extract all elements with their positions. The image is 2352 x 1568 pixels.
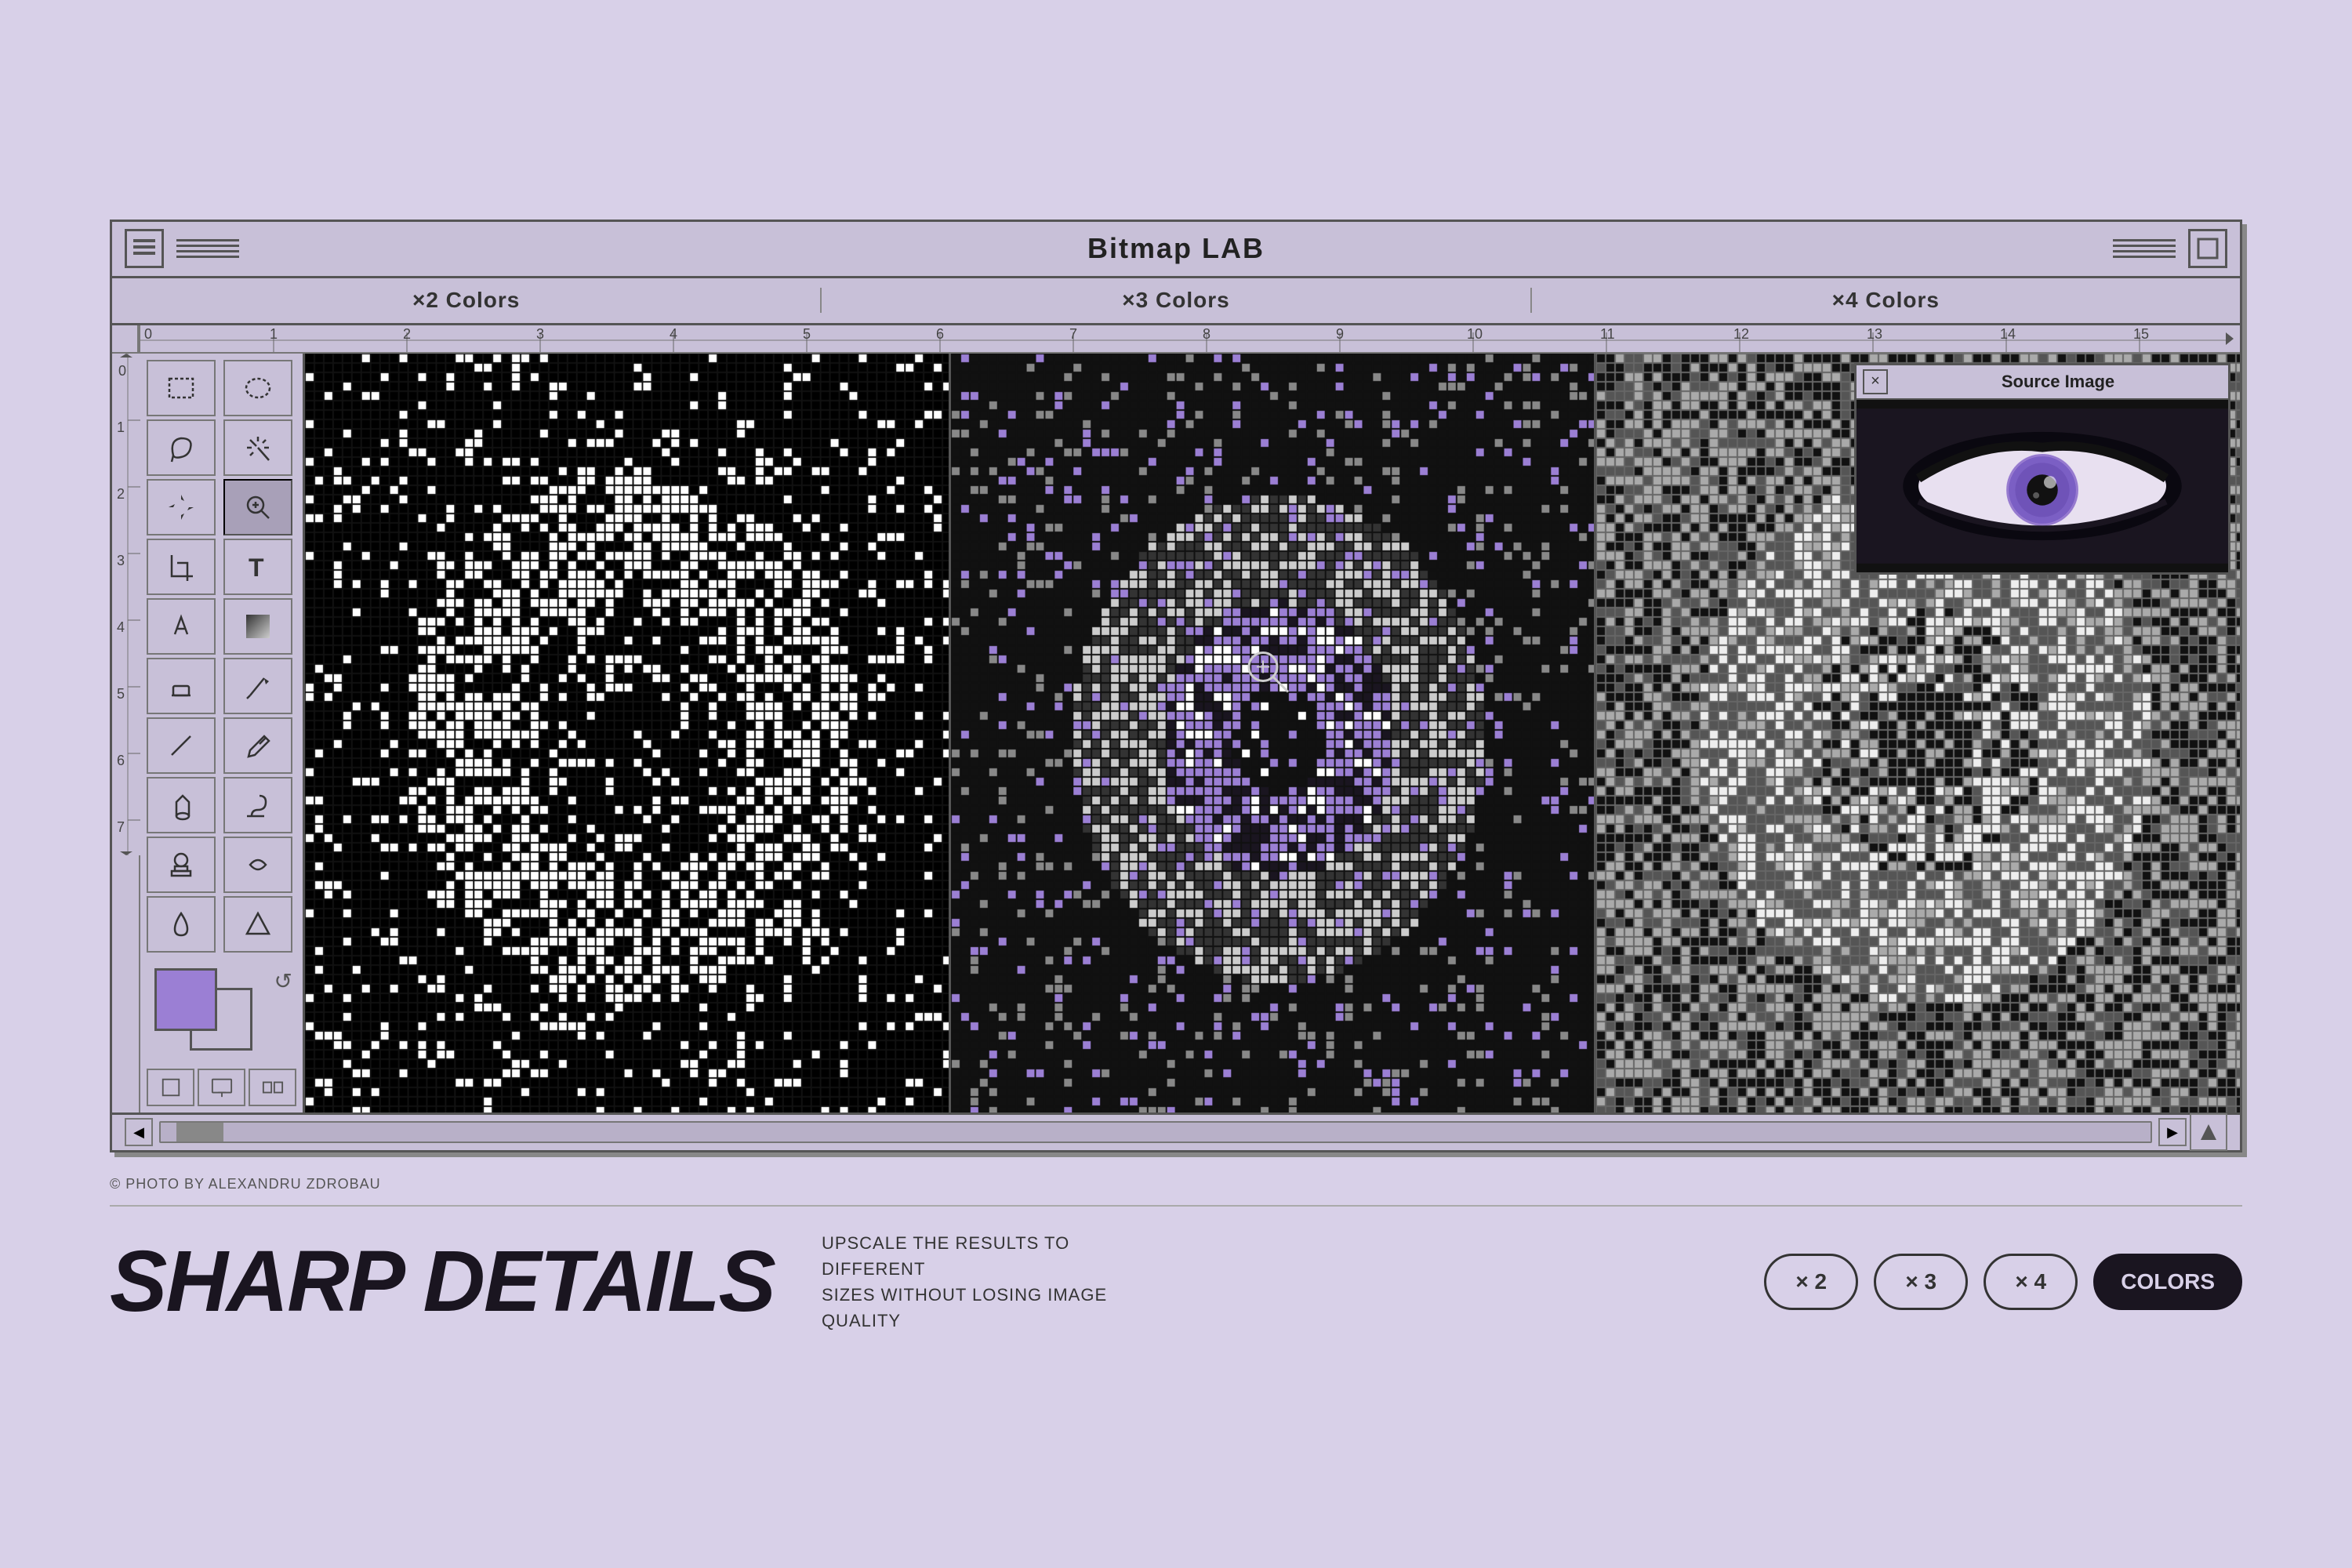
panel-2x [305,354,951,1112]
svg-text:1: 1 [270,326,278,342]
svg-text:9: 9 [1336,326,1344,342]
ruler-vertical: 0 1 2 3 4 5 6 7 [112,354,140,1112]
burn-tool[interactable] [147,777,216,833]
paint-tool[interactable] [147,598,216,655]
mode-dual[interactable] [249,1069,296,1106]
panels-container: × Source Image [305,354,2240,1112]
pencil-tool[interactable] [223,658,292,714]
color-swatch-area: ↺ [147,968,296,1062]
description-text: UPSCALE THE RESULTS TO DIFFERENT SIZES W… [822,1230,1120,1334]
svg-text:1: 1 [117,419,125,435]
svg-text:5: 5 [117,686,125,702]
svg-text:0: 0 [118,363,126,379]
svg-text:T: T [249,554,264,582]
svg-text:7: 7 [1069,326,1077,342]
scrollbar-horizontal[interactable] [159,1121,2152,1143]
svg-text:3: 3 [117,553,125,568]
svg-text:2: 2 [117,486,125,502]
svg-text:5: 5 [803,326,811,342]
type-tool[interactable]: T [223,539,292,595]
water-drop-tool[interactable] [147,896,216,953]
foreground-color[interactable] [154,968,217,1031]
zoom-tool[interactable] [223,479,292,535]
window-icon-left[interactable] [125,229,164,268]
mode-standard[interactable] [147,1069,194,1106]
bottom-row: SHARP DETAILS UPSCALE THE RESULTS TO DIF… [110,1230,2242,1334]
tab-3x[interactable]: ×3 Colors [822,288,1531,313]
scroll-corner [2190,1113,2227,1151]
panel-3x [951,354,1597,1112]
ruler-corner [112,325,140,353]
tab-4x[interactable]: ×4 Colors [1532,288,2240,313]
scale-3x-btn[interactable]: × 3 [1874,1254,1968,1310]
scrollbar-thumb[interactable] [176,1123,223,1142]
svg-text:11: 11 [1600,326,1615,342]
source-image-popup: × Source Image [1854,363,2230,575]
stamp-tool[interactable] [147,837,216,893]
popup-title: Source Image [1894,372,2222,392]
svg-text:13: 13 [1867,326,1882,342]
gradient-tool[interactable] [223,598,292,655]
eraser-tool[interactable] [147,658,216,714]
color-reset-btn[interactable]: ↺ [274,968,292,994]
scale-4x-btn[interactable]: × 4 [1984,1254,2078,1310]
dodge-tool[interactable] [223,777,292,833]
panel-4x: × Source Image [1596,354,2240,1112]
tab-2x[interactable]: ×2 Colors [112,288,822,313]
mode-monitor[interactable] [198,1069,245,1106]
scale-2x-btn[interactable]: × 2 [1764,1254,1858,1310]
popup-image-area [1857,400,2228,572]
headline: SHARP DETAILS [110,1232,775,1331]
marquee-rect-tool[interactable] [147,360,216,416]
magic-wand-tool[interactable] [223,419,292,476]
svg-text:14: 14 [2000,326,2016,342]
move-tool[interactable] [147,479,216,535]
svg-text:2: 2 [403,326,411,342]
bottom-scrollbar: ◀ ▶ [112,1112,2240,1150]
divider-line [110,1205,2242,1207]
svg-text:15: 15 [2133,326,2149,342]
svg-text:4: 4 [117,619,125,635]
popup-close-button[interactable]: × [1863,369,1888,394]
bottom-section: © PHOTO BY ALEXANDRU ZDROBAU SHARP DETAI… [110,1152,2242,1349]
scroll-right-btn[interactable]: ▶ [2158,1118,2187,1146]
tool-mode-bar [147,1069,296,1106]
svg-text:4: 4 [670,326,677,342]
popup-titlebar: × Source Image [1857,365,2228,400]
title-bar-lines-left [176,239,239,258]
toolbox: T [140,354,305,1112]
ruler-h: // This is inside SVG - use JS to genera… [140,325,2240,353]
smudge-tool[interactable] [223,837,292,893]
svg-text:12: 12 [1733,326,1749,342]
app-window: Bitmap LAB ×2 Colors ×3 Colors ×4 Colors [110,220,2242,1152]
title-bar: Bitmap LAB [112,222,2240,278]
page-wrapper: Bitmap LAB ×2 Colors ×3 Colors ×4 Colors [0,0,2352,1568]
tool-grid: T [147,360,296,953]
main-content: 0 1 2 3 4 5 6 7 [112,354,2240,1112]
tab-bar: ×2 Colors ×3 Colors ×4 Colors [112,278,2240,325]
window-icon-right[interactable] [2188,229,2227,268]
marquee-ellipse-tool[interactable] [223,360,292,416]
svg-text:0: 0 [144,326,152,342]
scale-buttons: × 2 × 3 × 4 COLORS [1764,1254,2242,1310]
colors-btn[interactable]: COLORS [2093,1254,2242,1310]
ruler-horizontal: // This is inside SVG - use JS to genera… [112,325,2240,354]
svg-text:3: 3 [536,326,544,342]
title-bar-lines-right [2113,239,2176,258]
eyedropper-tool[interactable] [223,717,292,774]
crop-tool[interactable] [147,539,216,595]
svg-text:10: 10 [1467,326,1483,342]
app-title: Bitmap LAB [239,232,2113,265]
polygon-tool[interactable] [223,896,292,953]
lasso-tool[interactable] [147,419,216,476]
scroll-left-btn[interactable]: ◀ [125,1118,153,1146]
svg-text:6: 6 [936,326,944,342]
photo-credit: © PHOTO BY ALEXANDRU ZDROBAU [110,1176,2242,1192]
line-tool[interactable] [147,717,216,774]
svg-text:6: 6 [117,753,125,768]
svg-text:7: 7 [117,819,125,835]
svg-text:8: 8 [1203,326,1210,342]
